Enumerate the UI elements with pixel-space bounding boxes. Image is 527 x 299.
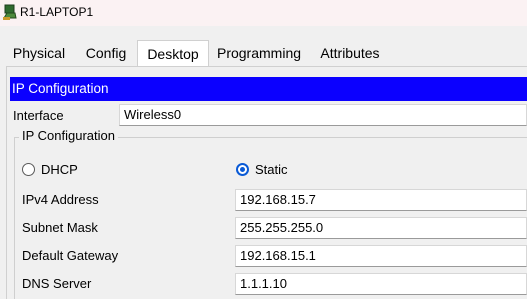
dns-server-label: DNS Server xyxy=(22,276,92,291)
subnet-mask-label: Subnet Mask xyxy=(22,220,98,235)
section-title: IP Configuration xyxy=(10,77,527,101)
tab-attributes[interactable]: Attributes xyxy=(312,40,388,66)
laptop-app-icon xyxy=(3,4,17,20)
tab-bar: Physical Config Desktop Programming Attr… xyxy=(0,26,527,68)
ipv4-address-label: IPv4 Address xyxy=(22,192,99,207)
dhcp-radio[interactable] xyxy=(22,163,35,176)
static-label[interactable]: Static xyxy=(255,162,288,177)
subnet-mask-input[interactable]: 255.255.255.0 xyxy=(235,217,527,239)
dns-server-input[interactable]: 1.1.1.10 xyxy=(235,273,527,295)
default-gateway-label: Default Gateway xyxy=(22,248,119,263)
ip-configuration-group-title: IP Configuration xyxy=(19,128,118,143)
window-titlebar: R1-LAPTOP1 xyxy=(0,0,527,26)
static-radio[interactable] xyxy=(236,163,249,176)
interface-label: Interface xyxy=(13,108,64,123)
interface-select[interactable]: Wireless0 xyxy=(119,104,527,126)
default-gateway-input[interactable]: 192.168.15.1 xyxy=(235,245,527,267)
window-title: R1-LAPTOP1 xyxy=(20,5,94,19)
dhcp-label[interactable]: DHCP xyxy=(41,162,78,177)
tab-desktop[interactable]: Desktop xyxy=(137,40,209,68)
ipv4-address-input[interactable]: 192.168.15.7 xyxy=(235,189,527,211)
tab-physical[interactable]: Physical xyxy=(7,40,71,66)
tab-config[interactable]: Config xyxy=(80,40,132,66)
tab-programming[interactable]: Programming xyxy=(213,40,305,66)
